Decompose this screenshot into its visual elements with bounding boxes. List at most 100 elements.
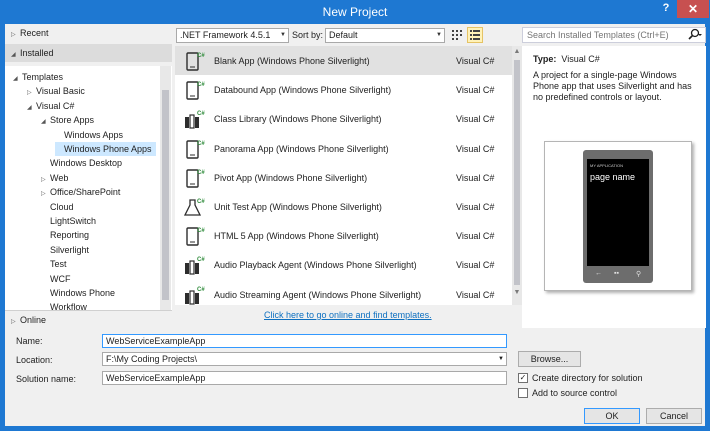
template-scrollbar-thumb[interactable] [514, 60, 520, 285]
template-name: Pivot App (Windows Phone Silverlight) [214, 172, 368, 183]
sort-select[interactable]: Default ▼ [325, 28, 445, 43]
tree-item-label: Office/SharePoint [50, 187, 121, 198]
library-icon: C# [183, 108, 205, 130]
framework-value: .NET Framework 4.5.1 [180, 30, 271, 40]
template-row[interactable]: C# Audio Streaming Agent (Windows Phone S… [175, 280, 512, 305]
svg-text:C#: C# [197, 228, 205, 234]
template-language: Visual C# [456, 260, 495, 271]
tree-item-label: WCF [50, 273, 71, 284]
tree-item[interactable]: Windows Phone [41, 286, 115, 300]
create-directory-label: Create directory for solution [532, 373, 643, 383]
type-line: Type: Visual C# [533, 54, 600, 64]
location-field[interactable]: F:\My Coding Projects\ ▼ [102, 352, 507, 366]
tree-scrollbar[interactable]: ▼ [160, 66, 171, 328]
preview-app-title: MY APPLICATION [590, 163, 623, 168]
collapse-triangle-icon[interactable]: ◢ [27, 101, 36, 115]
online-templates-link[interactable]: Click here to go online and find templat… [264, 310, 432, 320]
tree-item-label: Test [50, 259, 67, 270]
tree-item[interactable]: WCF [41, 272, 71, 286]
new-project-window: New Project ? ✕ ▷ Recent ◢ Installed ◢ Temp… [0, 0, 710, 431]
template-details: Type: Visual C# A project for a single-p… [522, 46, 706, 328]
collapse-triangle-icon[interactable]: ◢ [13, 72, 22, 86]
browse-button[interactable]: Browse... [518, 351, 581, 367]
collapse-triangle-icon[interactable]: ◢ [41, 115, 50, 129]
template-name: HTML 5 App (Windows Phone Silverlight) [214, 231, 379, 242]
search-input[interactable] [522, 27, 706, 43]
svg-text:C#: C# [197, 170, 205, 176]
framework-select[interactable]: .NET Framework 4.5.1 ▼ [176, 28, 289, 43]
phone-preview-image: MY APPLICATION page name ← ▪▪ ⚲ [583, 150, 653, 283]
tree-scrollbar-thumb[interactable] [162, 90, 169, 300]
search-icon[interactable] [687, 28, 703, 42]
tree-item[interactable]: ◢ Templates [13, 70, 63, 84]
tree-item-label: Windows Desktop [50, 158, 123, 169]
template-navigation: ▷ Recent ◢ Installed ◢ Templates ▷ Visual Bas… [5, 24, 172, 328]
phone-icon: C# [183, 50, 205, 72]
template-row[interactable]: C# Blank App (Windows Phone Silverlight) V… [175, 46, 512, 75]
create-directory-checkbox[interactable]: ✓ [518, 373, 528, 383]
nav-recent[interactable]: ▷ Recent [5, 24, 172, 42]
nav-installed[interactable]: ◢ Installed [5, 44, 172, 62]
nav-online[interactable]: ▷ Online [5, 310, 172, 328]
name-field[interactable]: WebServiceExampleApp [102, 334, 507, 348]
tree-item[interactable]: Silverlight [41, 243, 89, 257]
nav-installed-label: Installed [20, 48, 54, 58]
list-view-icon [470, 30, 480, 40]
template-row[interactable]: C# Class Library (Windows Phone Silverlig… [175, 104, 512, 133]
scroll-down-icon[interactable]: ▼ [512, 289, 522, 296]
tree-item[interactable]: Test [41, 257, 67, 271]
library-icon: C# [183, 254, 205, 276]
tree-item[interactable]: Reporting [41, 228, 89, 242]
tree-item[interactable]: Windows Phone Apps [55, 142, 156, 156]
template-row[interactable]: C# Pivot App (Windows Phone Silverlight) V… [175, 163, 512, 192]
cancel-button[interactable]: Cancel [646, 408, 702, 424]
tree-item[interactable]: Windows Apps [55, 128, 123, 142]
chevron-down-icon[interactable]: ▼ [498, 353, 504, 365]
small-icons-view-button[interactable] [449, 27, 465, 43]
tree-item[interactable]: Windows Desktop [41, 156, 122, 170]
installed-tree: ◢ Templates ▷ Visual Basic ◢ Visual C# ◢ Store … [5, 66, 172, 328]
source-control-checkbox[interactable] [518, 388, 528, 398]
svg-text:C#: C# [197, 199, 205, 205]
svg-text:C#: C# [197, 111, 205, 117]
tree-item-label: Windows Phone [50, 288, 116, 298]
windows-logo-icon: ▪▪ [614, 270, 619, 277]
scroll-up-icon[interactable]: ▲ [512, 48, 522, 55]
tree-item[interactable]: ◢ Visual C# [27, 99, 74, 113]
title-bar[interactable]: New Project ? ✕ [0, 0, 710, 24]
tree-item-label: Windows Phone Apps [64, 144, 152, 154]
tree-item-label: Windows Apps [64, 129, 124, 140]
template-row[interactable]: C# Audio Playback Agent (Windows Phone Si… [175, 250, 512, 279]
close-button[interactable]: ✕ [677, 0, 709, 18]
help-button[interactable]: ? [658, 2, 674, 18]
tree-item[interactable]: LightSwitch [41, 214, 96, 228]
tree-item-label: Visual C# [36, 100, 75, 111]
tree-item[interactable]: ▷ Web [41, 171, 68, 185]
tree-item[interactable]: ◢ Store Apps [41, 113, 94, 127]
preview-page-name: page name [590, 172, 636, 182]
svg-text:C#: C# [197, 141, 205, 147]
template-description: A project for a single-page Windows Phon… [533, 70, 692, 102]
tree-item-label: Templates [22, 72, 64, 82]
name-label: Name: [16, 336, 43, 346]
template-row[interactable]: C# Databound App (Windows Phone Silverlig… [175, 75, 512, 104]
solution-name-field[interactable]: WebServiceExampleApp [102, 371, 507, 385]
template-row[interactable]: C# Panorama App (Windows Phone Silverligh… [175, 134, 512, 163]
medium-icons-view-button[interactable] [467, 27, 483, 43]
tree-item-label: Silverlight [50, 244, 90, 255]
ok-button[interactable]: OK [584, 408, 640, 424]
template-row[interactable]: C# Unit Test App (Windows Phone Silverlig… [175, 192, 512, 221]
solution-name-label: Solution name: [16, 374, 77, 384]
tree-item-label: Web [50, 172, 69, 183]
phone-icon: C# [183, 138, 205, 160]
template-scrollbar[interactable]: ▲ ▼ [512, 46, 522, 305]
phone-icon: C# [183, 225, 205, 247]
tree-item[interactable]: ▷ Office/SharePoint [41, 185, 120, 199]
template-language: Visual C# [456, 172, 495, 183]
phone-icon: C# [183, 79, 205, 101]
type-value: Visual C# [561, 54, 600, 64]
template-row[interactable]: C# HTML 5 App (Windows Phone Silverlight)… [175, 221, 512, 250]
svg-text:C#: C# [197, 53, 205, 59]
tree-item[interactable]: ▷ Visual Basic [27, 84, 85, 98]
tree-item[interactable]: Cloud [41, 200, 74, 214]
